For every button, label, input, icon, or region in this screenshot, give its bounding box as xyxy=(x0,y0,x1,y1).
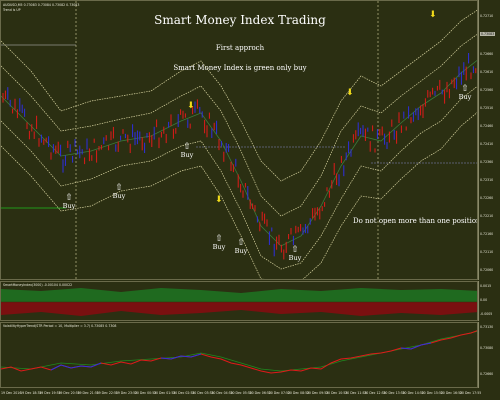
price-tick: 0.72060 xyxy=(480,268,494,272)
buy-label: Buy xyxy=(234,247,248,255)
vol-tick: 0.72660 xyxy=(480,372,494,376)
price-tick: 0.72110 xyxy=(480,250,494,254)
current-price-tag: 0.73083 xyxy=(480,32,496,36)
sell-arrow-icon[interactable]: ⬇ xyxy=(346,89,354,98)
sell-arrow-icon[interactable]: ⬇ xyxy=(215,196,223,205)
price-chart-pane[interactable]: AUDUSD,M5 0.73083 0.73084 0.73082 0.7308… xyxy=(0,0,478,280)
vol-tick: 0.73130 xyxy=(480,325,494,329)
price-tick: 0.72610 xyxy=(480,70,494,74)
price-tick: 0.72460 xyxy=(480,124,494,128)
buy-signal[interactable]: ⇧ Buy xyxy=(453,85,477,101)
buy-signal[interactable]: ⇧ Buy xyxy=(107,184,131,200)
price-tick: 0.72410 xyxy=(480,142,494,146)
symbol-info: AUDUSD,M5 0.73083 0.73084 0.73082 0.7308… xyxy=(3,3,80,7)
vol-tick: 0.73080 xyxy=(480,346,494,350)
chart-title: Smart Money Index Trading xyxy=(154,13,326,27)
buy-signal[interactable]: ⇧ Buy xyxy=(283,246,307,262)
smi-indicator-label: SmartMoneyIndex(3000) -0.00104 0.00022 xyxy=(3,283,73,287)
price-axis[interactable]: 0.72710 0.73083 0.72660 0.72610 0.72560 … xyxy=(478,0,500,280)
price-tick: 0.72160 xyxy=(480,232,494,236)
rule-green-buy: Smart Money Index is green only buy xyxy=(173,64,307,72)
buy-label: Buy xyxy=(62,202,76,210)
rule-one-position: Do not open more than one position in th… xyxy=(353,217,478,225)
price-tick: 0.72360 xyxy=(480,160,494,164)
smi-canvas xyxy=(1,288,477,316)
smi-axis[interactable]: 0.0015 0.00 -0.0005 xyxy=(478,281,500,321)
buy-label: Buy xyxy=(180,151,194,159)
smi-tick: 0.00 xyxy=(480,298,488,302)
volatility-hypertrend-pane[interactable]: VolatilityHyperTrend(STR Period = 10, Mu… xyxy=(0,322,478,388)
time-axis[interactable]: 19 Dec 2016 19 Dec 18:35 19 Dec 19:55 19 De… xyxy=(0,389,482,400)
smart-money-index-pane[interactable]: SmartMoneyIndex(3000) -0.00104 0.00022 xyxy=(0,281,478,321)
buy-label: Buy xyxy=(458,93,472,101)
buy-label: Buy xyxy=(112,192,126,200)
price-tick: 0.72260 xyxy=(480,196,494,200)
time-tick: 19 Dec 2016 xyxy=(1,391,22,395)
trading-terminal: AUDUSD,M5 0.73083 0.73084 0.73082 0.7308… xyxy=(0,0,500,400)
time-tick: 20 Dec 17:55 xyxy=(459,391,482,395)
price-tick: 0.72660 xyxy=(480,52,494,56)
buy-label: Buy xyxy=(288,254,302,262)
volatility-axis[interactable]: 0.73130 0.73080 0.72660 xyxy=(478,322,500,388)
sell-arrow-icon[interactable]: ⬇ xyxy=(429,11,437,20)
approach-label: First approch xyxy=(215,44,265,52)
candlestick-series xyxy=(2,53,477,260)
smi-tick: 0.0015 xyxy=(480,284,492,288)
buy-signal[interactable]: ⇧ Buy xyxy=(207,235,231,251)
buy-label: Buy xyxy=(212,243,226,251)
trend-info: Trend is UP xyxy=(3,8,21,12)
volatility-canvas xyxy=(1,330,477,374)
price-tick: 0.72560 xyxy=(480,88,494,92)
price-tick: 0.72510 xyxy=(480,106,494,110)
price-tick: 0.72210 xyxy=(480,214,494,218)
volatility-indicator-label: VolatilityHyperTrend(STR Period = 10, Mu… xyxy=(3,324,117,328)
buy-signal[interactable]: ⇧ Buy xyxy=(57,194,81,210)
buy-signal[interactable]: ⇧ Buy xyxy=(175,143,199,159)
price-tick: 0.72710 xyxy=(480,14,494,18)
price-tick: 0.72310 xyxy=(480,178,494,182)
sell-arrow-icon[interactable]: ⬇ xyxy=(187,102,195,111)
smi-tick: -0.0005 xyxy=(480,312,493,316)
buy-signal[interactable]: ⇧ Buy xyxy=(229,239,253,255)
